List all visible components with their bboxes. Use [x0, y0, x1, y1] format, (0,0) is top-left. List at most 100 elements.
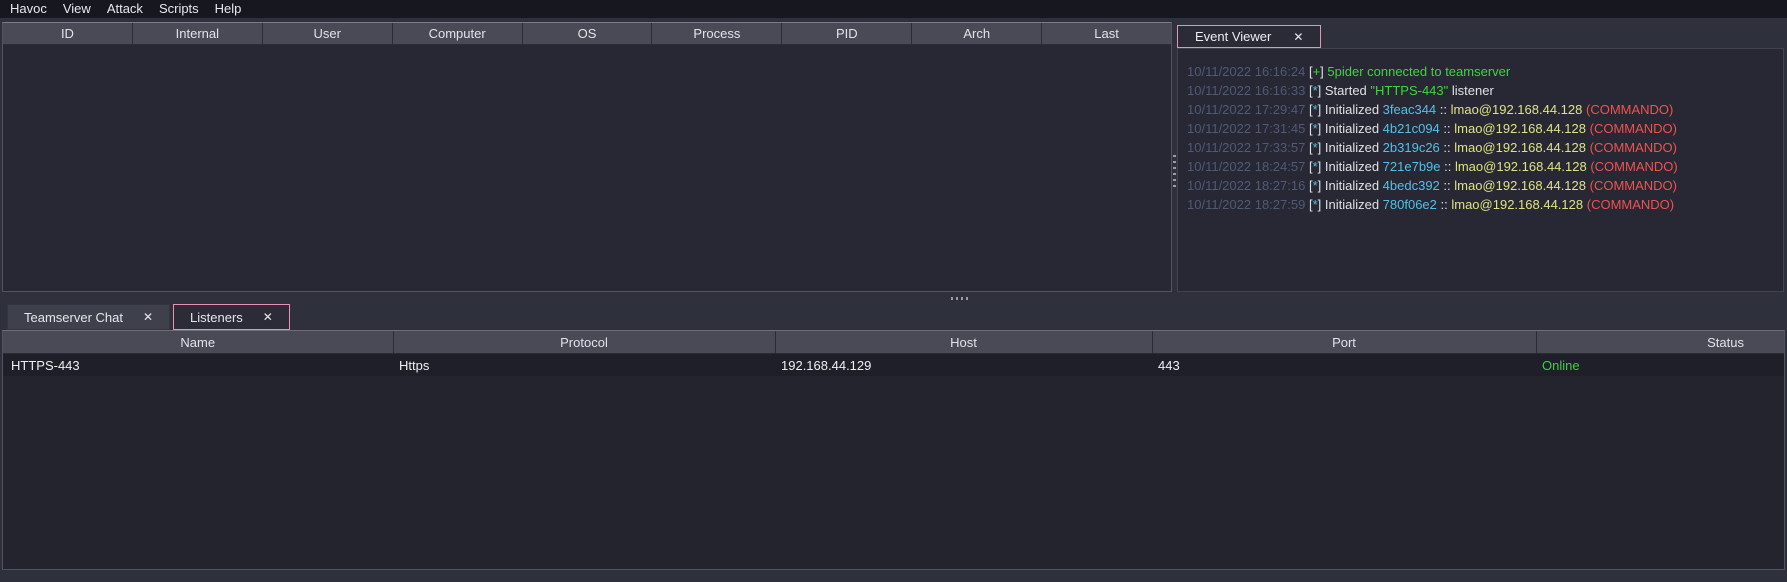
bracket: ]	[1318, 159, 1325, 174]
event-message-segment: ::	[1440, 140, 1454, 155]
column-header-arch[interactable]: Arch	[912, 23, 1042, 45]
event-timestamp: 10/11/2022 18:27:16	[1187, 178, 1309, 193]
event-message-segment: Initialized	[1325, 140, 1383, 155]
sessions-table-header: IDInternalUserComputerOSProcessPIDArchLa…	[3, 23, 1171, 45]
close-icon[interactable]: ✕	[1293, 30, 1303, 44]
event-message-segment: 780f06e2	[1383, 197, 1437, 212]
bracket: ]	[1318, 121, 1325, 136]
column-header-last[interactable]: Last	[1042, 23, 1171, 45]
event-message-segment: 2b319c26	[1383, 140, 1440, 155]
menu-item-help[interactable]: Help	[207, 0, 250, 18]
tab-listeners[interactable]: Listeners ✕	[173, 304, 290, 330]
event-message-segment: ::	[1440, 121, 1454, 136]
bracket: ]	[1318, 102, 1325, 117]
column-header-status[interactable]: Status	[1536, 331, 1784, 354]
event-log-entry: 10/11/2022 18:27:16 [*] Initialized 4bed…	[1187, 176, 1783, 195]
event-timestamp: 10/11/2022 17:33:57	[1187, 140, 1309, 155]
event-timestamp: 10/11/2022 16:16:33	[1187, 83, 1309, 98]
event-message-segment: Initialized	[1325, 159, 1383, 174]
event-message-segment: ::	[1436, 102, 1450, 117]
splitter-grip-icon	[1173, 155, 1176, 187]
event-message-segment: Started	[1325, 83, 1371, 98]
bracket: ]	[1318, 197, 1325, 212]
column-header-protocol[interactable]: Protocol	[393, 331, 775, 354]
event-log-entry: 10/11/2022 18:27:59 [*] Initialized 780f…	[1187, 195, 1783, 214]
event-message-segment: (COMMANDO)	[1590, 140, 1677, 155]
event-message-segment: (COMMANDO)	[1590, 121, 1677, 136]
event-log-entry: 10/11/2022 17:31:45 [*] Initialized 4b21…	[1187, 119, 1783, 138]
menu-item-view[interactable]: View	[55, 0, 99, 18]
tab-event-viewer-label: Event Viewer	[1195, 29, 1271, 44]
column-header-computer[interactable]: Computer	[393, 23, 523, 45]
tab-label: Listeners	[190, 310, 243, 325]
event-message-segment: ::	[1441, 159, 1455, 174]
table-row[interactable]: HTTPS-443Https192.168.44.129443Online	[3, 354, 1784, 377]
menu-item-attack[interactable]: Attack	[99, 0, 151, 18]
event-viewer-panel: Event Viewer ✕ 10/11/2022 16:16:24 [+] 5…	[1177, 22, 1784, 292]
event-log-entry: 10/11/2022 17:33:57 [*] Initialized 2b31…	[1187, 138, 1783, 157]
listener-cell-port: 443	[1152, 354, 1536, 377]
close-icon[interactable]: ✕	[143, 310, 153, 324]
event-message-segment: lmao@192.168.44.128	[1454, 140, 1586, 155]
event-message-segment: lmao@192.168.44.128	[1454, 178, 1586, 193]
event-message-segment: 721e7b9e	[1383, 159, 1441, 174]
event-message-segment: (COMMANDO)	[1590, 159, 1677, 174]
menu-bar: HavocViewAttackScriptsHelp	[0, 0, 1787, 18]
bracket: ]	[1318, 178, 1325, 193]
event-message-segment: (COMMANDO)	[1586, 102, 1673, 117]
havoc-window: HavocViewAttackScriptsHelp IDInternalUse…	[0, 0, 1787, 582]
column-header-id[interactable]: ID	[3, 23, 133, 45]
tab-event-viewer[interactable]: Event Viewer ✕	[1177, 25, 1321, 48]
bottom-tab-bar: Teamserver Chat✕ Listeners ✕	[7, 304, 290, 330]
splitter-horizontal[interactable]	[0, 292, 1787, 302]
menu-item-scripts[interactable]: Scripts	[151, 0, 207, 18]
event-message-segment: lmao@192.168.44.128	[1455, 159, 1587, 174]
event-timestamp: 10/11/2022 17:29:47	[1187, 102, 1309, 117]
event-log: 10/11/2022 16:16:24 [+] 5pider connected…	[1177, 48, 1784, 292]
event-message-segment: ::	[1437, 197, 1451, 212]
event-timestamp: 10/11/2022 18:27:59	[1187, 197, 1309, 212]
column-header-process[interactable]: Process	[652, 23, 782, 45]
column-header-host[interactable]: Host	[775, 331, 1152, 354]
event-message-segment: 4b21c094	[1383, 121, 1440, 136]
column-header-pid[interactable]: PID	[782, 23, 912, 45]
splitter-grip-icon	[951, 297, 970, 300]
event-timestamp: 10/11/2022 17:31:45	[1187, 121, 1309, 136]
event-message-segment: 5pider connected to teamserver	[1327, 64, 1510, 79]
event-log-entry: 10/11/2022 18:24:57 [*] Initialized 721e…	[1187, 157, 1783, 176]
event-message-segment: 4bedc392	[1383, 178, 1440, 193]
bracket: ]	[1318, 83, 1325, 98]
event-log-entry: 10/11/2022 16:16:24 [+] 5pider connected…	[1187, 62, 1783, 81]
event-message-segment: lmao@192.168.44.128	[1454, 121, 1586, 136]
listeners-table-header: NameProtocolHostPortStatus	[3, 331, 1784, 354]
menu-item-havoc[interactable]: Havoc	[2, 0, 55, 18]
event-message-segment: Initialized	[1325, 178, 1383, 193]
column-header-name[interactable]: Name	[3, 331, 393, 354]
column-header-port[interactable]: Port	[1152, 331, 1536, 354]
event-message-segment: "HTTPS-443"	[1370, 83, 1448, 98]
listener-cell-host: 192.168.44.129	[775, 354, 1152, 377]
column-header-internal[interactable]: Internal	[133, 23, 263, 45]
event-message-segment: ::	[1440, 178, 1454, 193]
event-log-entry: 10/11/2022 17:29:47 [*] Initialized 3fea…	[1187, 100, 1783, 119]
event-message-segment: (COMMANDO)	[1590, 178, 1677, 193]
bracket: ]	[1318, 140, 1325, 155]
event-message-segment: 3feac344	[1383, 102, 1437, 117]
event-message-segment: (COMMANDO)	[1587, 197, 1674, 212]
event-timestamp: 10/11/2022 18:24:57	[1187, 159, 1309, 174]
column-header-os[interactable]: OS	[523, 23, 653, 45]
event-message-segment: Initialized	[1325, 102, 1383, 117]
listeners-panel: NameProtocolHostPortStatus HTTPS-443Http…	[2, 330, 1785, 570]
event-timestamp: 10/11/2022 16:16:24	[1187, 64, 1309, 79]
tab-teamserver-chat[interactable]: Teamserver Chat✕	[7, 304, 170, 330]
event-message-segment: lmao@192.168.44.128	[1451, 197, 1583, 212]
listener-cell-protocol: Https	[393, 354, 775, 377]
column-header-user[interactable]: User	[263, 23, 393, 45]
listener-cell-status: Online	[1536, 354, 1784, 377]
event-message-segment: Initialized	[1325, 121, 1383, 136]
sessions-table: IDInternalUserComputerOSProcessPIDArchLa…	[2, 22, 1172, 292]
event-log-entry: 10/11/2022 16:16:33 [*] Started "HTTPS-4…	[1187, 81, 1783, 100]
listener-cell-name: HTTPS-443	[3, 354, 393, 377]
listeners-table: NameProtocolHostPortStatus HTTPS-443Http…	[3, 331, 1784, 376]
close-icon[interactable]: ✕	[263, 310, 273, 324]
